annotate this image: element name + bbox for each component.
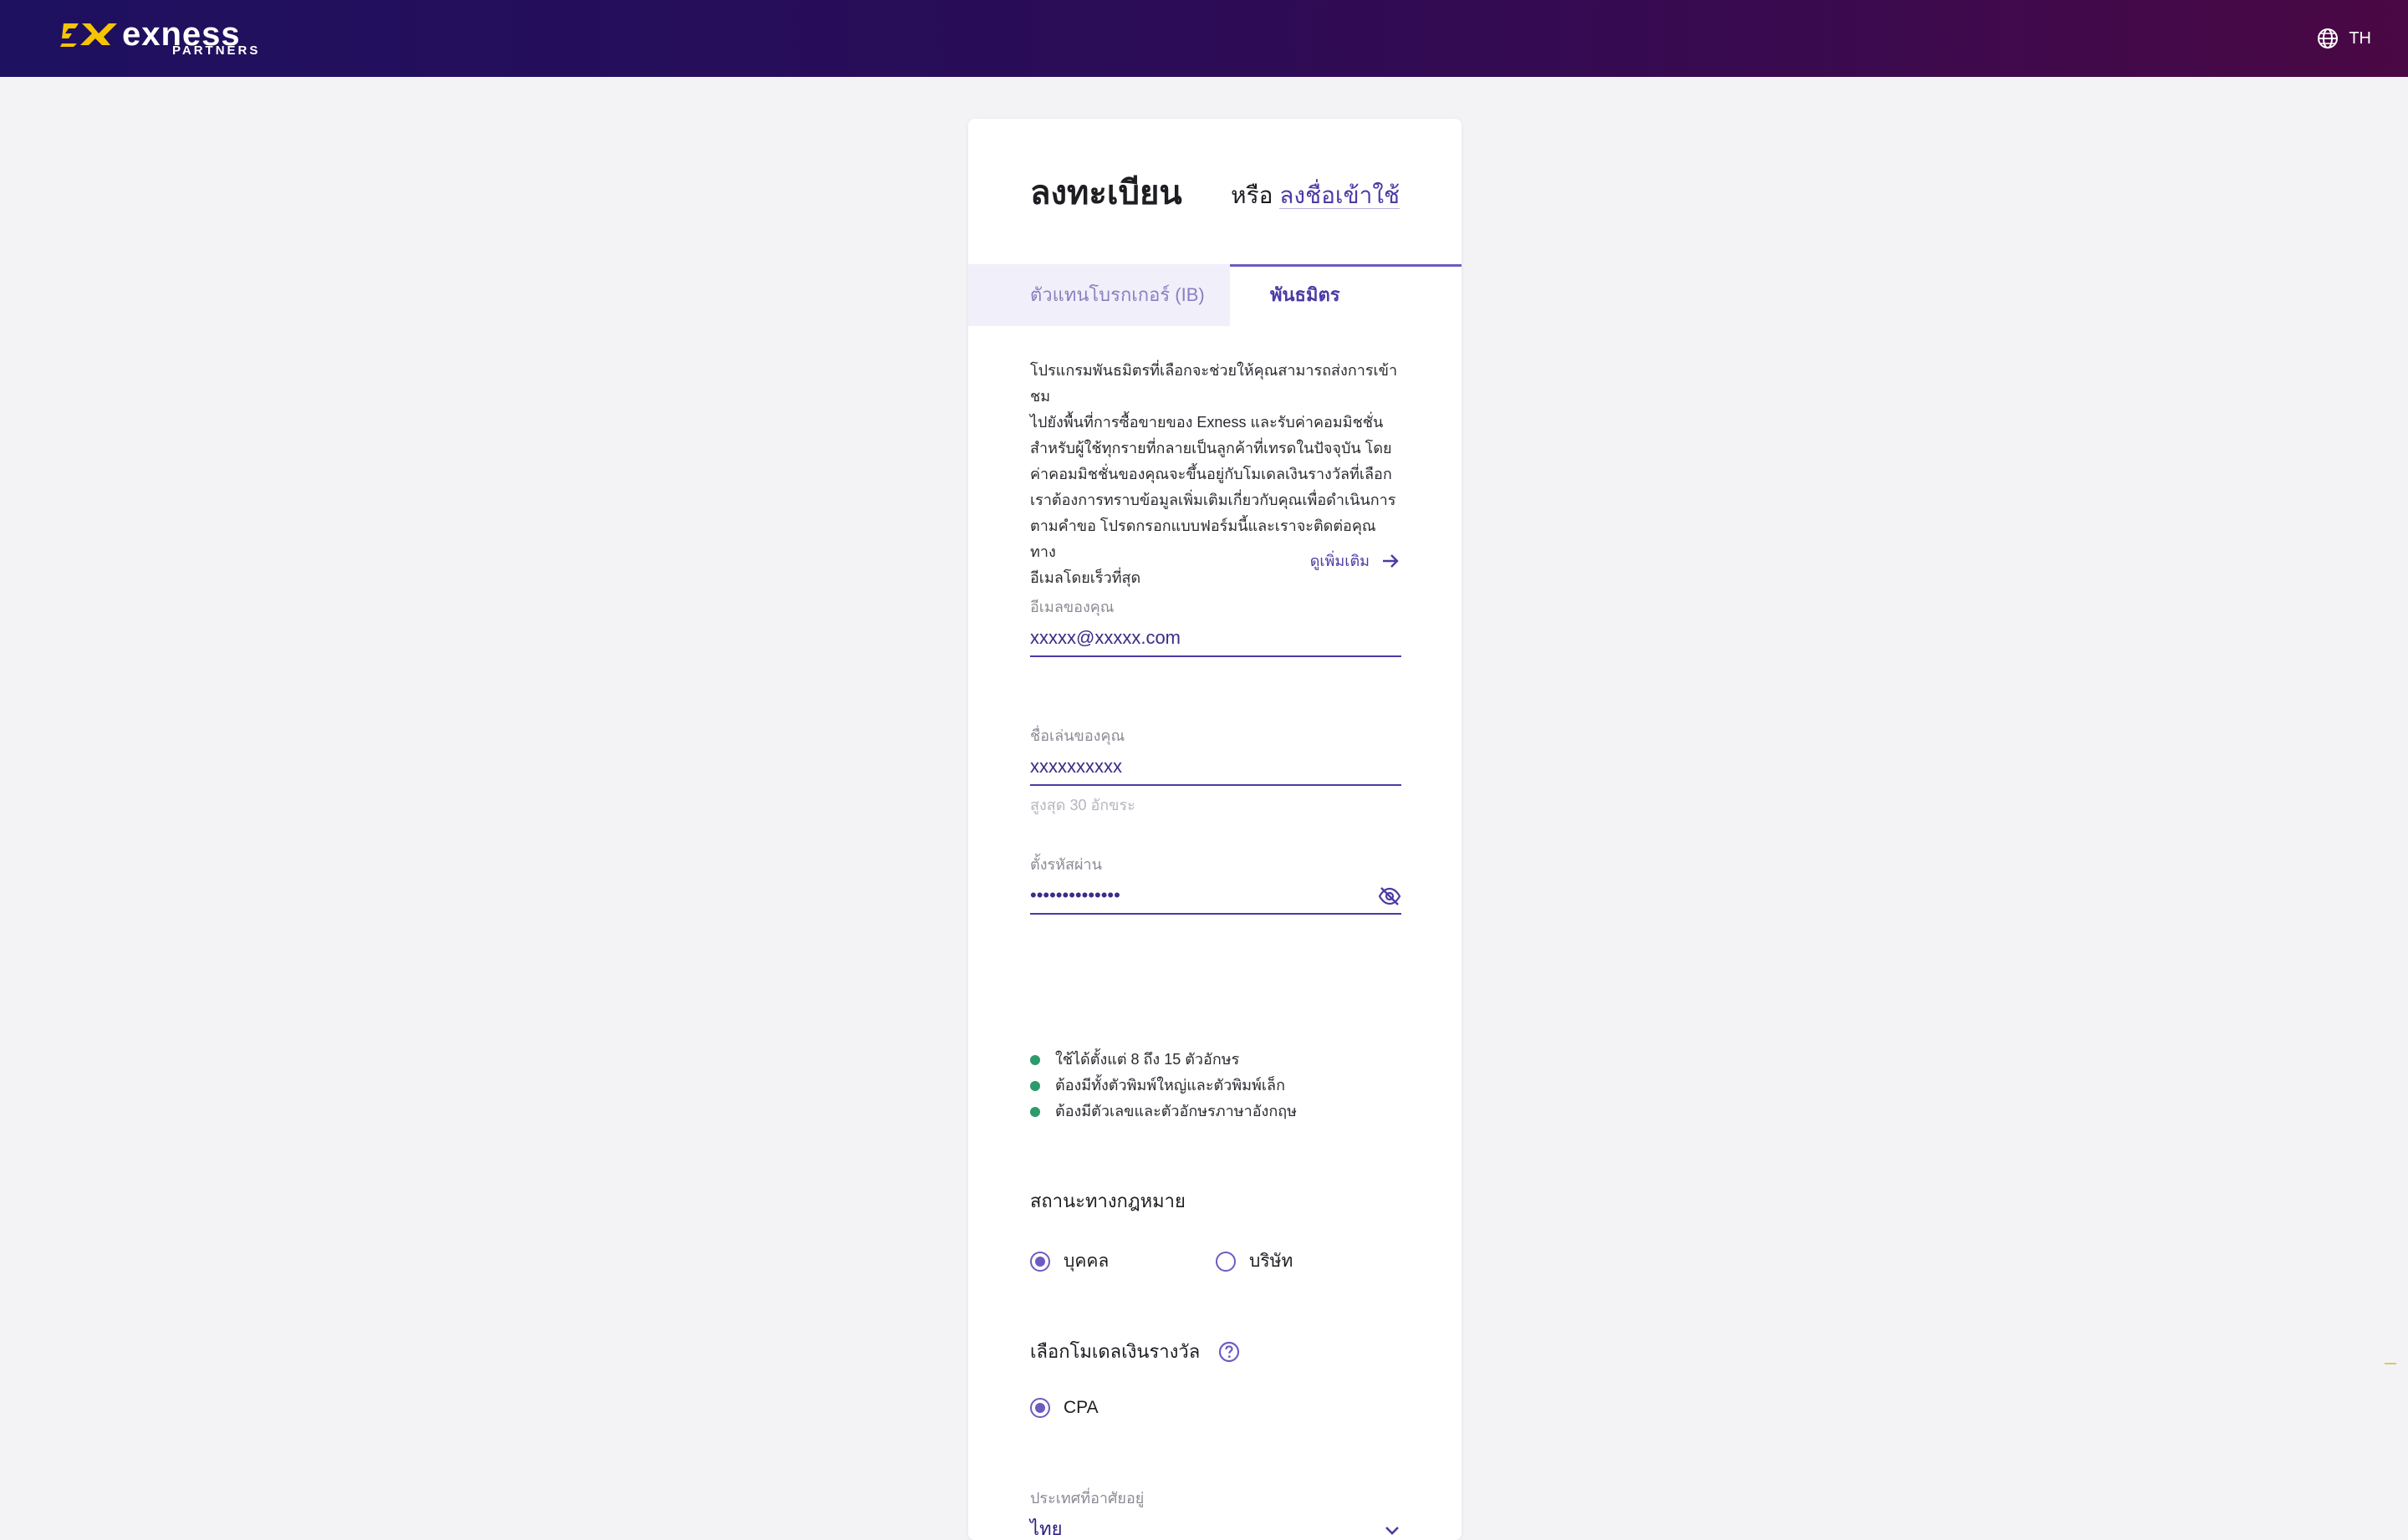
registration-card: ลงทะเบียน หรือ ลงชื่อเข้าใช้ ตัวแทนโบรกเ… <box>968 119 1462 1540</box>
exness-logo-mark-icon <box>60 23 117 47</box>
password-label: ตั้งรหัสผ่าน <box>1030 856 1102 873</box>
learn-more-link[interactable]: ดูเพิ่มเติม <box>1310 548 1400 573</box>
password-rule-text: ต้องมีตัวเลขและตัวอักษรภาษาอังกฤษ <box>1055 1103 1297 1119</box>
legal-status-title: สถานะทางกฎหมาย <box>1030 1191 1186 1211</box>
radio-individual-label: บุคคล <box>1064 1252 1110 1271</box>
description-line: สำหรับผู้ใช้ทุกรายที่กลายเป็นลูกค้าที่เท… <box>1030 440 1392 456</box>
brand-subtitle: PARTNERS <box>172 43 261 58</box>
country-select: ประเทศที่อาศัยอยู่ ไทย <box>1030 1488 1401 1540</box>
password-input[interactable]: •••••••••••••• <box>1030 881 1401 915</box>
radio-selected-icon <box>1030 1251 1050 1272</box>
password-rule: ใช้ได้ตั้งแต่ 8 ถึง 15 ตัวอักษร <box>1030 1047 1401 1073</box>
radio-company-label: บริษัท <box>1249 1252 1293 1271</box>
email-label: อีเมลของคุณ <box>1030 599 1115 615</box>
eye-off-icon[interactable] <box>1378 886 1401 906</box>
nickname-hint: สูงสุด 30 อักขระ <box>1030 797 1135 813</box>
help-question-icon[interactable] <box>1218 1341 1240 1363</box>
description-line: ไปยังพื้นที่การซื้อขายของ Exness และรับค… <box>1030 414 1384 431</box>
reward-model-title: เลือกโมเดลเงินรางวัล <box>1030 1341 1201 1362</box>
password-value: •••••••••••••• <box>1030 885 1120 905</box>
check-dot-icon <box>1030 1080 1040 1091</box>
login-prompt: หรือ ลงชื่อเข้าใช้ <box>1231 177 1400 214</box>
radio-selected-icon <box>1030 1398 1050 1418</box>
radio-cpa[interactable]: CPA <box>1030 1398 1099 1418</box>
language-code: TH <box>2349 28 2371 48</box>
check-dot-icon <box>1030 1106 1040 1117</box>
page-title: ลงทะเบียน <box>1030 175 1182 212</box>
or-text: หรือ <box>1231 182 1273 208</box>
email-input[interactable]: xxxxx@xxxxx.com <box>1030 624 1401 657</box>
password-rules-list: ใช้ได้ตั้งแต่ 8 ถึง 15 ตัวอักษร ต้องมีทั… <box>1030 1047 1401 1124</box>
reward-model-heading: เลือกโมเดลเงินรางวัล <box>1030 1339 1240 1364</box>
radio-company[interactable]: บริษัท <box>1216 1247 1293 1275</box>
description-line: โปรแกรมพันธมิตรที่เลือกจะช่วยให้คุณสามาร… <box>1030 362 1398 405</box>
password-rule-text: ใช้ได้ตั้งแต่ 8 ถึง 15 ตัวอักษร <box>1055 1051 1240 1068</box>
legal-status-heading: สถานะทางกฎหมาย <box>1030 1189 1186 1214</box>
description-line: เราต้องการทราบข้อมูลเพิ่มเติมเกี่ยวกับคุ… <box>1030 492 1396 508</box>
globe-icon <box>2318 28 2339 48</box>
language-switcher[interactable]: TH <box>2317 22 2371 55</box>
country-dropdown[interactable]: ไทย <box>1030 1515 1401 1540</box>
password-rule: ต้องมีตัวเลขและตัวอักษรภาษาอังกฤษ <box>1030 1099 1401 1124</box>
nickname-input[interactable]: xxxxxxxxxx <box>1030 752 1401 786</box>
description-line: ค่าคอมมิชชั่นของคุณจะขึ้นอยู่กับโมเดลเงิ… <box>1030 466 1392 482</box>
radio-cpa-label: CPA <box>1064 1398 1099 1417</box>
password-rule: ต้องมีทั้งตัวพิมพ์ใหญ่และตัวพิมพ์เล็ก <box>1030 1073 1401 1099</box>
exness-partners-logo[interactable]: exness PARTNERS <box>60 16 261 60</box>
password-rule-text: ต้องมีทั้งตัวพิมพ์ใหญ่และตัวพิมพ์เล็ก <box>1055 1077 1285 1094</box>
tab-affiliate[interactable]: พันธมิตร <box>1230 264 1462 326</box>
password-field: ตั้งรหัสผ่าน •••••••••••••• <box>1030 854 1401 915</box>
tab-introducing-broker[interactable]: ตัวแทนโบรกเกอร์ (IB) <box>968 264 1230 326</box>
radio-individual[interactable]: บุคคล <box>1030 1247 1109 1275</box>
radio-unselected-icon <box>1216 1251 1236 1272</box>
login-link[interactable]: ลงชื่อเข้าใช้ <box>1279 182 1400 209</box>
top-navigation-bar: exness PARTNERS TH <box>0 0 2408 77</box>
chevron-down-icon <box>1385 1527 1399 1535</box>
learn-more-label: ดูเพิ่มเติม <box>1309 553 1370 569</box>
email-field: อีเมลของคุณ xxxxx@xxxxx.com <box>1030 597 1401 657</box>
nickname-field: ชื่อเล่นของคุณ xxxxxxxxxx สูงสุด 30 อักข… <box>1030 726 1401 817</box>
check-dot-icon <box>1030 1054 1040 1065</box>
country-label: ประเทศที่อาศัยอยู่ <box>1030 1490 1145 1507</box>
country-value: ไทย <box>1030 1518 1063 1539</box>
nickname-label: ชื่อเล่นของคุณ <box>1030 727 1125 744</box>
arrow-right-icon <box>1383 553 1399 568</box>
decorative-mark <box>2385 1363 2396 1364</box>
